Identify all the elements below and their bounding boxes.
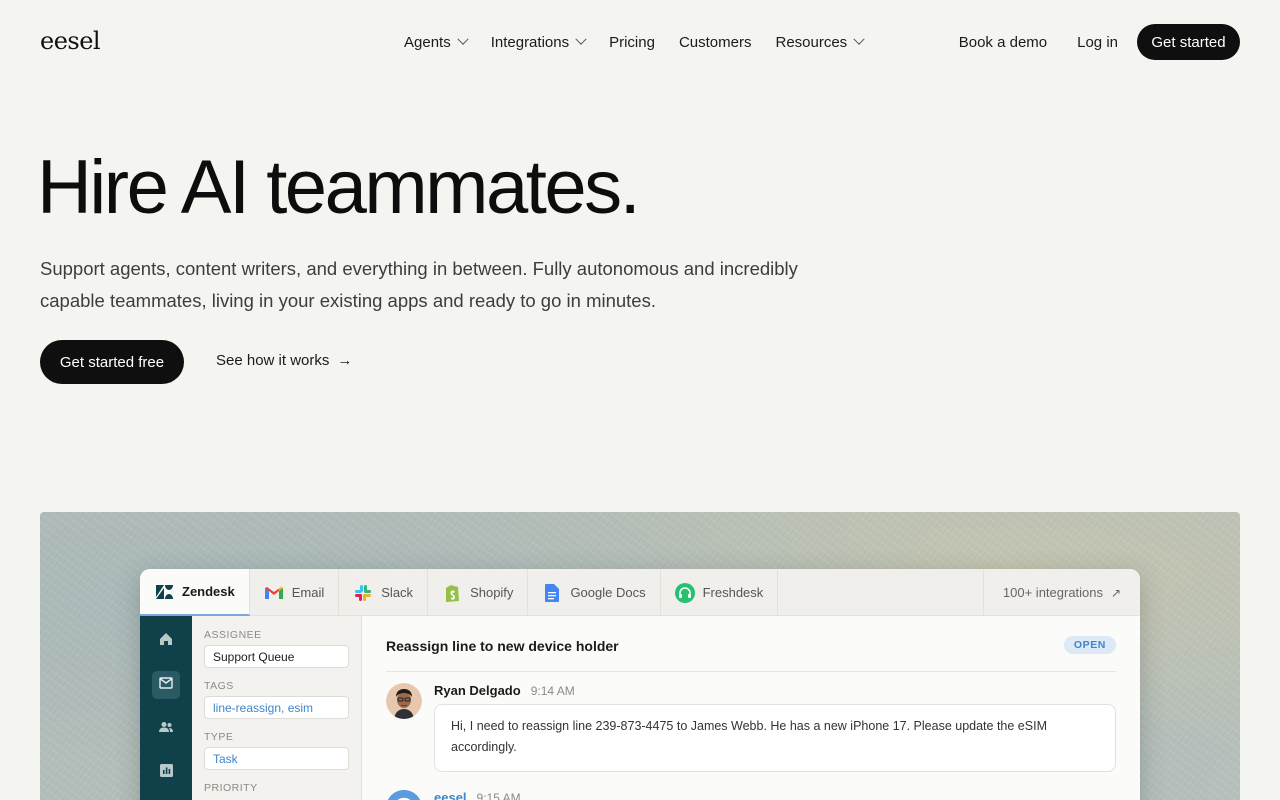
nav-links: Agents Integrations Pricing Customers Re… — [404, 32, 887, 52]
see-how-it-works-label: See how it works — [216, 352, 330, 369]
tab-label: Zendesk — [182, 584, 235, 599]
status-badge: OPEN — [1063, 636, 1116, 654]
arrow-up-right-icon: ↗ — [1111, 585, 1122, 600]
nav-agents[interactable]: Agents — [404, 32, 469, 52]
tab-label: Freshdesk — [702, 585, 764, 600]
tab-zendesk[interactable]: Zendesk — [140, 569, 250, 616]
rail-mail[interactable] — [152, 671, 180, 699]
tab-label: Slack — [381, 585, 414, 600]
login-link[interactable]: Log in — [1077, 34, 1118, 51]
nav-pricing-label: Pricing — [609, 33, 655, 51]
message-timestamp: 9:15 AM — [476, 791, 521, 800]
message-author: eesel 9:15 AM — [434, 790, 521, 800]
message-author-name: eesel — [434, 790, 467, 800]
users-icon — [159, 720, 173, 738]
app-window: Zendesk Email Slack Shopify Google Docs … — [140, 569, 1140, 800]
zendesk-sidebar-rail — [140, 616, 192, 800]
rail-home[interactable] — [152, 627, 180, 655]
slack-icon — [353, 583, 373, 603]
nav-agents-label: Agents — [404, 33, 451, 51]
nav-integrations[interactable]: Integrations — [490, 32, 587, 52]
tab-label: Email — [291, 585, 325, 600]
get-started-button[interactable]: Get started — [1137, 24, 1240, 60]
gmail-icon — [264, 583, 284, 603]
hero-title: Hire AI teammates. — [37, 145, 641, 230]
nav-resources-label: Resources — [775, 33, 848, 51]
avatar — [386, 683, 422, 719]
home-icon — [159, 632, 173, 651]
zendesk-icon — [154, 582, 174, 602]
more-integrations-link[interactable]: 100+ integrations ↗ — [983, 569, 1140, 616]
message-author: Ryan Delgado 9:14 AM — [434, 683, 575, 698]
tab-freshdesk[interactable]: Freshdesk — [661, 569, 779, 616]
tab-label: Shopify — [470, 585, 514, 600]
integration-tabs: Zendesk Email Slack Shopify Google Docs … — [140, 569, 1140, 616]
chart-icon — [159, 764, 173, 782]
nav-resources[interactable]: Resources — [775, 32, 865, 52]
tags-field[interactable]: line-reassign, esim — [204, 696, 349, 719]
ticket-title: Reassign line to new device holder — [386, 638, 619, 654]
chevron-down-icon — [853, 33, 865, 45]
mail-icon — [159, 676, 173, 694]
see-how-it-works-link[interactable]: See how it works → — [216, 352, 352, 369]
eesel-avatar — [386, 790, 422, 800]
nav-actions: Book a demo Log in Get started — [959, 24, 1240, 60]
more-integrations-label: 100+ integrations — [1002, 585, 1104, 600]
chevron-down-icon — [457, 33, 469, 45]
rail-users[interactable] — [152, 715, 180, 743]
ticket-header: Reassign line to new device holder OPEN — [386, 616, 1116, 672]
product-showcase: Zendesk Email Slack Shopify Google Docs … — [40, 512, 1240, 800]
nav-customers[interactable]: Customers — [679, 32, 752, 52]
type-label: TYPE — [204, 731, 234, 743]
nav-integrations-label: Integrations — [490, 33, 570, 51]
priority-label: PRIORITY — [204, 782, 258, 794]
get-started-free-button[interactable]: Get started free — [40, 340, 184, 384]
message-timestamp: 9:14 AM — [530, 684, 575, 698]
ticket-thread: Reassign line to new device holder OPEN … — [386, 616, 1116, 800]
tags-label: TAGS — [204, 680, 234, 692]
book-demo-link[interactable]: Book a demo — [959, 34, 1047, 51]
rail-reports[interactable] — [152, 759, 180, 787]
shopify-icon — [442, 583, 462, 603]
tab-google-docs[interactable]: Google Docs — [528, 569, 661, 616]
tab-label: Google Docs — [570, 585, 646, 600]
tab-email[interactable]: Email — [250, 569, 340, 616]
arrow-right-icon: → — [337, 352, 353, 369]
google-docs-icon — [542, 583, 562, 603]
eesel-logo[interactable]: eesel — [40, 27, 101, 55]
message-bubble: Hi, I need to reassign line 239-873-4475… — [434, 704, 1116, 772]
top-navigation: eesel Agents Integrations Pricing Custom… — [0, 0, 1280, 84]
nav-pricing[interactable]: Pricing — [609, 32, 655, 52]
freshdesk-icon — [674, 582, 695, 603]
ticket-properties-panel: ASSIGNEE Support Queue TAGS line-reassig… — [192, 616, 362, 800]
tab-shopify[interactable]: Shopify — [428, 569, 529, 616]
nav-customers-label: Customers — [678, 33, 752, 51]
type-field[interactable]: Task — [204, 747, 349, 770]
message-author-name: Ryan Delgado — [434, 683, 521, 698]
tab-slack[interactable]: Slack — [339, 569, 429, 616]
assignee-field[interactable]: Support Queue — [204, 645, 349, 668]
hero-subtitle: Support agents, content writers, and eve… — [40, 258, 798, 311]
chevron-down-icon — [575, 33, 587, 45]
assignee-label: ASSIGNEE — [204, 629, 262, 641]
